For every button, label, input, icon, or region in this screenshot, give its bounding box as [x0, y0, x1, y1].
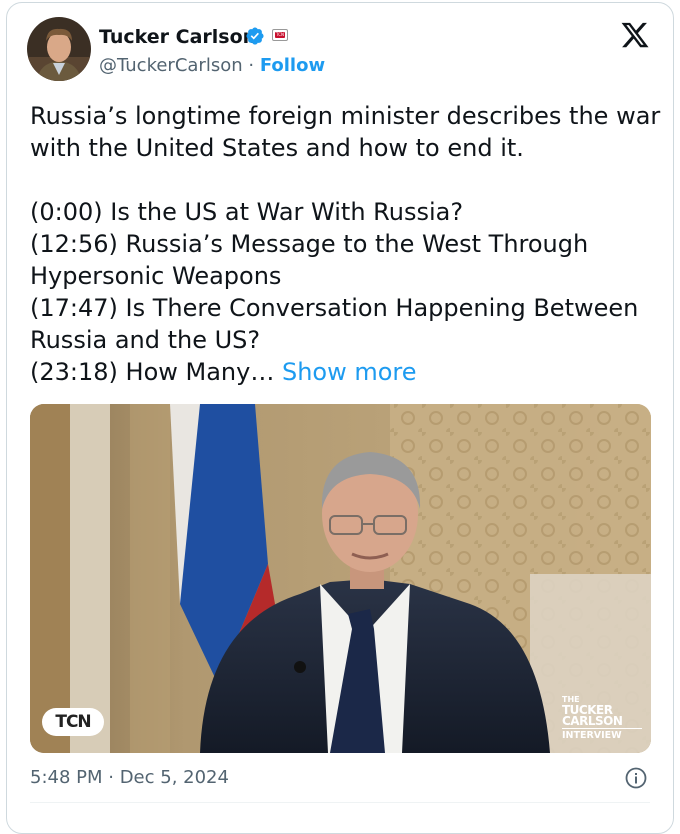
tweet-line: Hypersonic Weapons [30, 262, 282, 290]
tweet-text: Russia’s longtime foreign minister descr… [30, 100, 661, 388]
tweet-line: (12:56) Russia’s Message to the West Thr… [30, 230, 589, 258]
tucker-carlson-interview-logo: THE TUCKER CARLSON INTERVIEW [562, 694, 642, 741]
tcn-logo: TCN [42, 708, 104, 736]
video-frame [30, 404, 651, 753]
author-handle[interactable]: @TuckerCarlson [99, 55, 243, 76]
affiliate-badge-label: TCN [275, 32, 285, 38]
divider [30, 802, 650, 803]
info-icon[interactable] [624, 766, 648, 790]
tweet-line: Russia’s longtime foreign minister descr… [30, 102, 661, 130]
tweet-timestamp[interactable]: 5:48 PM · Dec 5, 2024 [30, 767, 229, 788]
tweet-line: Russia and the US? [30, 326, 261, 354]
tweet-last-line: (23:18) How Many… Show more [30, 356, 655, 388]
tweet-line: with the United States and how to end it… [30, 134, 524, 162]
tweet-line: (23:18) How Many… [30, 358, 275, 386]
tweet-line: (17:47) Is There Conversation Happening … [30, 294, 639, 322]
verified-badge-icon [246, 27, 264, 45]
affiliate-badge[interactable]: TCN [272, 29, 288, 41]
author-avatar[interactable] [27, 17, 91, 81]
logo-line: CARLSON [562, 714, 623, 728]
logo-line: INTERVIEW [562, 728, 642, 741]
tweet-line: (0:00) Is the US at War With Russia? [30, 198, 464, 226]
handle-row: @TuckerCarlson · Follow [99, 55, 325, 76]
separator: · [248, 55, 255, 76]
author-name[interactable]: Tucker Carlson [99, 26, 256, 48]
show-more-link[interactable]: Show more [282, 358, 417, 386]
follow-button[interactable]: Follow [260, 55, 325, 76]
video-thumbnail[interactable]: TCN THE TUCKER CARLSON INTERVIEW [30, 404, 651, 753]
x-logo-icon[interactable] [620, 20, 650, 50]
